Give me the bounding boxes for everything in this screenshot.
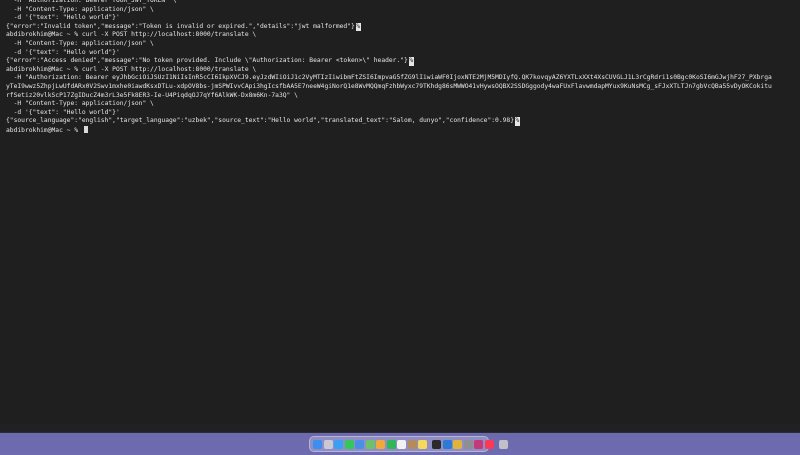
terminal-line: -H "Content-Type: application/json" \	[6, 100, 796, 109]
maps-icon[interactable]	[365, 439, 375, 449]
terminal-line: {"error":"Access denied","message":"No t…	[6, 57, 796, 66]
terminal-line: rfSetiz20vlkScP17ZgIDucZ4m3rL3e5Fk8ER3-I…	[6, 92, 796, 101]
terminal-prompt: abdibrokhim@Mac ~ %	[6, 126, 82, 134]
background-window-strip	[0, 424, 800, 432]
finder-icon[interactable]	[313, 439, 322, 449]
trash-icon[interactable]	[498, 439, 508, 449]
terminal-line-text: abdibrokhim@Mac ~ % curl -X POST http://…	[6, 65, 257, 73]
terminal-line: {"source_language":"english","target_lan…	[6, 117, 796, 126]
partial-line-marker: %	[408, 57, 414, 66]
terminal-cursor	[83, 125, 88, 133]
terminal-line-text: -d '{"text": "Hello world"}'	[6, 108, 120, 116]
partial-line-marker: %	[515, 117, 520, 126]
terminal-line: -d '{"text": "Hello world"}'	[6, 109, 796, 118]
terminal-line: -d '{"text": "Hello world"}'	[6, 49, 796, 58]
terminal-line-text: rfSetiz20vlkScP17ZgIDucZ4m3rL3e5Fk8ER3-I…	[6, 91, 298, 99]
terminal-line: abdibrokhim@Mac ~ % curl -X POST http://…	[6, 31, 796, 40]
messages-icon[interactable]	[344, 439, 354, 449]
terminal-prompt-line[interactable]: abdibrokhim@Mac ~ %	[6, 125, 796, 135]
contacts-icon[interactable]	[407, 439, 417, 449]
settings-icon[interactable]	[463, 439, 473, 449]
slack-icon[interactable]	[474, 439, 483, 449]
terminal-line: -d '{"text": "Hello world"}'	[6, 14, 796, 23]
music-icon[interactable]	[484, 439, 494, 449]
vscode-icon[interactable]	[442, 439, 452, 449]
mail-icon[interactable]	[355, 439, 364, 449]
terminal-line-text: yTeI9wwz5ZhpjLwUfdARx0V2Swv1mxhe0iawdKsx…	[6, 82, 772, 90]
terminal-line: {"error":"Invalid token","message":"Toke…	[6, 22, 796, 32]
terminal-line: -H "Content-Type: application/json" \	[6, 40, 796, 49]
chrome-icon[interactable]	[453, 439, 462, 449]
terminal-line: yTeI9wwz5ZhpjLwUfdARx0V2Swv1mxhe0iawdKsx…	[6, 83, 796, 92]
calendar-icon[interactable]	[397, 439, 406, 449]
terminal-line-text: -d '{"text": "Hello world"}'	[6, 48, 120, 56]
terminal-output[interactable]: -H "Authorization: Bearer YOUR_JWT_TOKEN…	[6, 0, 796, 135]
terminal-line: -H "Content-Type: application/json" \	[6, 6, 796, 15]
terminal-line-text: -H "Authorization: Bearer eyJhbGciOiJSUz…	[6, 74, 772, 82]
photos-icon[interactable]	[376, 439, 385, 449]
terminal-line: abdibrokhim@Mac ~ % curl -X POST http://…	[6, 66, 796, 75]
terminal-line-text: abdibrokhim@Mac ~ % curl -X POST http://…	[6, 31, 257, 39]
launchpad-icon[interactable]	[323, 439, 333, 449]
terminal-line-text: -H "Authorization: Bearer YOUR_JWT_TOKEN…	[6, 0, 177, 4]
terminal-line-text: -H "Content-Type: application/json" \	[6, 39, 154, 47]
terminal-line-text: -d '{"text": "Hello world"}'	[6, 14, 120, 22]
terminal-icon[interactable]	[432, 439, 441, 449]
notes-icon[interactable]	[418, 439, 427, 449]
facetime-icon[interactable]	[386, 439, 396, 449]
dock	[309, 436, 508, 452]
terminal-line-text: -H "Content-Type: application/json" \	[6, 5, 154, 13]
terminal-line-text: {"error":"Access denied","message":"No t…	[6, 57, 408, 65]
partial-line-marker: %	[355, 22, 361, 32]
terminal-line-text: -H "Content-Type: application/json" \	[6, 100, 154, 108]
terminal-line-text: {"source_language":"english","target_lan…	[6, 117, 515, 125]
terminal-window[interactable]: -H "Authorization: Bearer YOUR_JWT_TOKEN…	[0, 0, 800, 433]
safari-icon[interactable]	[334, 439, 343, 449]
terminal-line: -H "Authorization: Bearer eyJhbGciOiJSUz…	[6, 74, 796, 83]
terminal-line-text: {"error":"Invalid token","message":"Toke…	[6, 22, 355, 30]
